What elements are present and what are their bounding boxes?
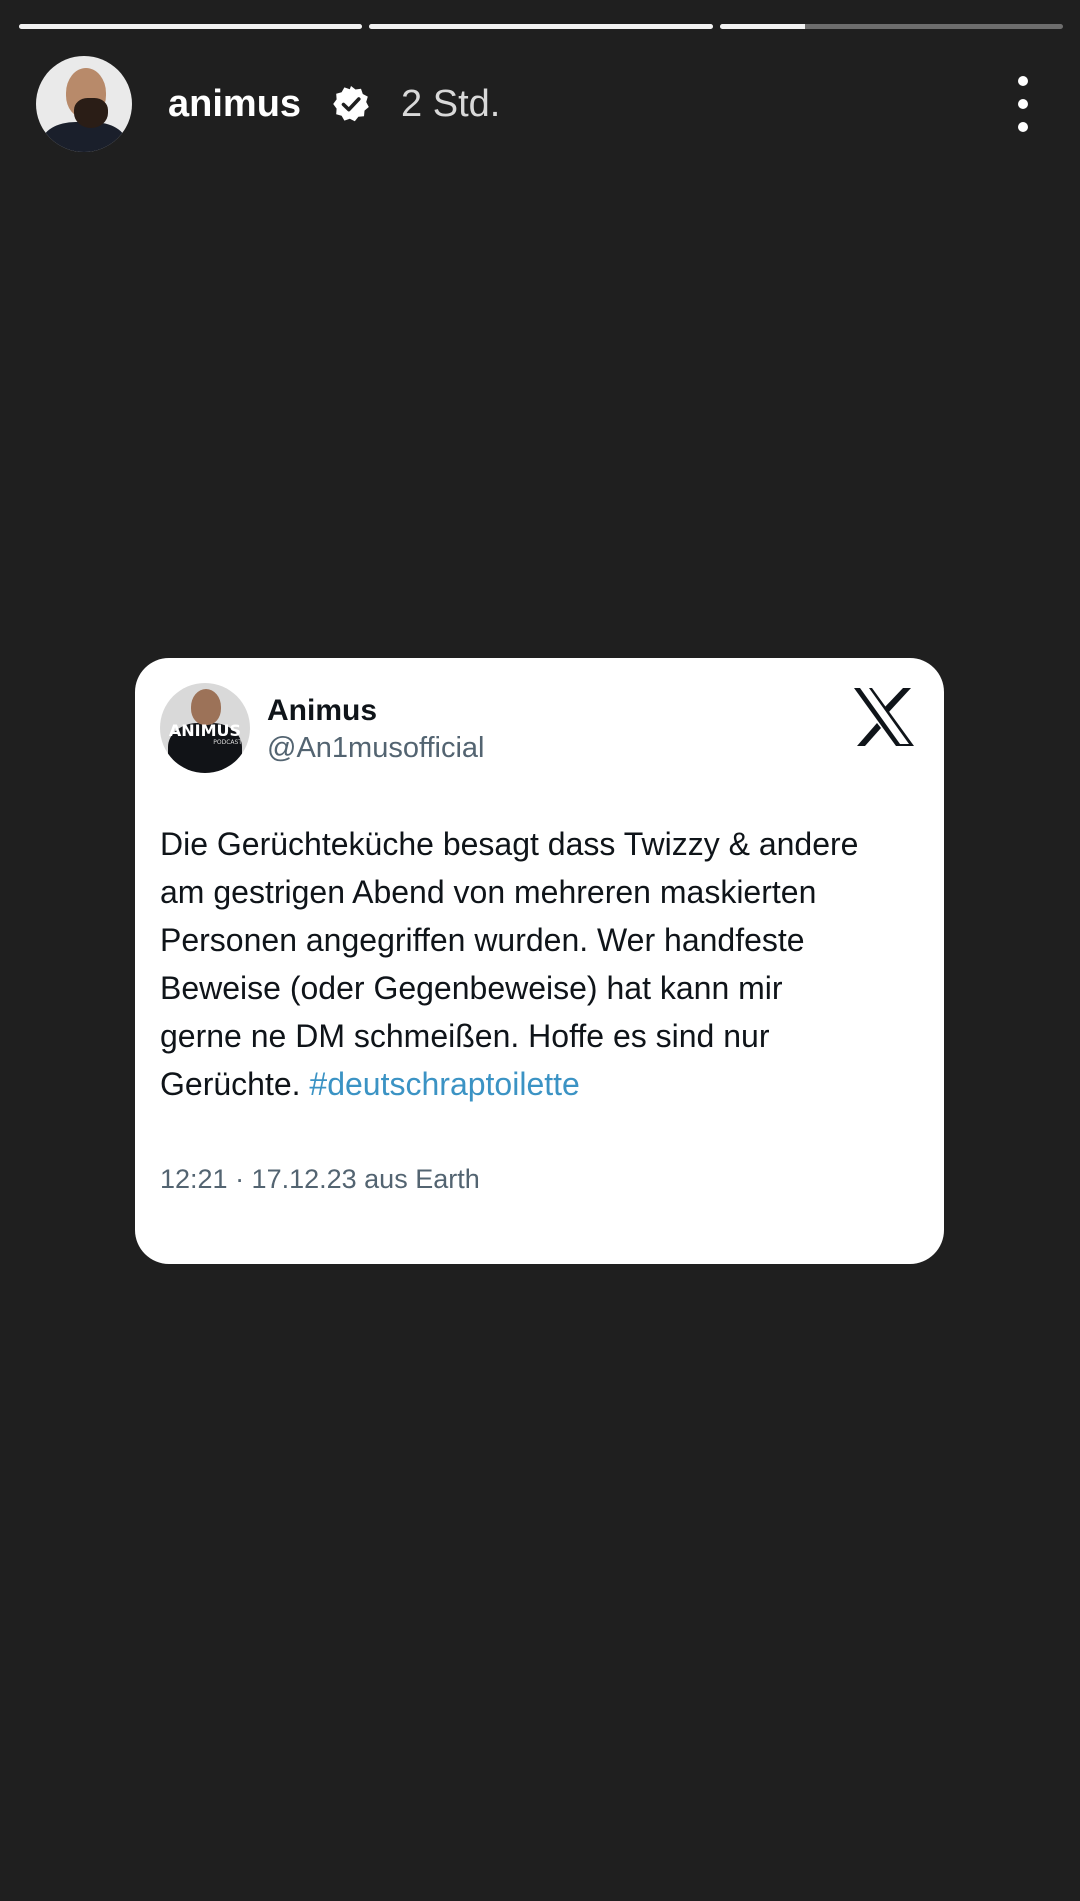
more-vertical-icon-dot: [1018, 122, 1028, 132]
tweet-author-handle: @An1musofficial: [267, 732, 485, 764]
tweet-text: Die Gerüchteküche besagt dass Twizzy & a…: [160, 820, 930, 1108]
tweet-avatar-logo: ANIMUS: [168, 721, 242, 740]
tweet-body: Die Gerüchteküche besagt dass Twizzy & a…: [160, 826, 859, 1102]
post-time: 2 Std.: [401, 82, 501, 125]
verified-badge-icon: [331, 84, 371, 124]
username[interactable]: animus: [168, 83, 301, 126]
tweet-meta: 12:21 · 17.12.23 aus Earth: [160, 1164, 480, 1194]
progress-segment-2: [369, 24, 713, 29]
story-progress: [19, 24, 1063, 29]
tweet-avatar: ANIMUS PODCAST: [160, 683, 250, 773]
tweet-card[interactable]: ANIMUS PODCAST Animus @An1musofficial Di…: [135, 658, 944, 1264]
tweet-avatar-logo-sub: PODCAST: [213, 739, 242, 746]
tweet-author-name: Animus: [267, 694, 378, 727]
avatar[interactable]: [36, 56, 132, 152]
x-logo-icon: [852, 686, 916, 748]
more-vertical-icon: [1018, 76, 1028, 86]
story-header: animus 2 Std.: [36, 56, 1046, 152]
hashtag-link[interactable]: #deutschraptoilette: [309, 1066, 579, 1102]
more-vertical-icon-dot: [1018, 99, 1028, 109]
more-options-button[interactable]: [1008, 76, 1038, 132]
progress-segment-1: [19, 24, 363, 29]
progress-segment-3: [719, 24, 1063, 29]
